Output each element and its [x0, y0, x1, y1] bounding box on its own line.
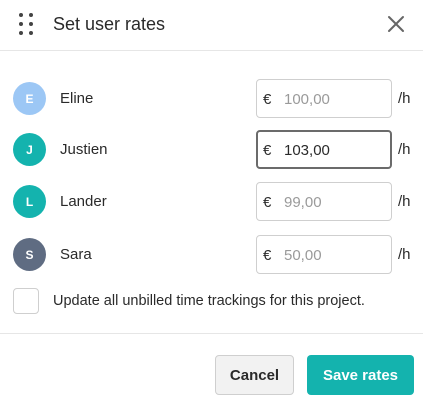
avatar: S	[13, 238, 46, 271]
currency-symbol: €	[263, 91, 272, 108]
avatar: J	[13, 133, 46, 166]
rate-unit: /h	[398, 90, 411, 107]
rate-value: 99,00	[284, 194, 322, 211]
currency-symbol: €	[263, 194, 272, 211]
footer-divider	[0, 333, 423, 334]
user-name: Lander	[60, 193, 107, 210]
rate-input[interactable]: € 50,00	[256, 235, 392, 274]
close-icon[interactable]	[385, 13, 407, 35]
user-rate-row: E Eline € 100,00 /h	[0, 79, 423, 119]
drag-handle-icon[interactable]	[17, 11, 35, 37]
rate-input[interactable]: € 99,00	[256, 182, 392, 221]
user-rate-row: L Lander € 99,00 /h	[0, 182, 423, 222]
save-rates-button[interactable]: Save rates	[307, 355, 414, 395]
dialog-header: Set user rates	[0, 0, 423, 50]
rate-input[interactable]: € 103,00	[256, 130, 392, 169]
rate-value: 103,00	[284, 142, 330, 159]
update-trackings-checkbox[interactable]	[13, 288, 39, 314]
rate-value: 50,00	[284, 247, 322, 264]
avatar: E	[13, 82, 46, 115]
rate-unit: /h	[398, 141, 411, 158]
avatar: L	[13, 185, 46, 218]
user-name: Justien	[60, 141, 108, 158]
rate-unit: /h	[398, 246, 411, 263]
user-name: Eline	[60, 90, 94, 107]
update-trackings-label[interactable]: Update all unbilled time trackings for t…	[53, 292, 365, 310]
user-rate-row: J Justien € 103,00 /h	[0, 130, 423, 170]
update-trackings-option: Update all unbilled time trackings for t…	[0, 286, 423, 316]
currency-symbol: €	[263, 142, 272, 159]
cancel-button[interactable]: Cancel	[215, 355, 294, 395]
set-user-rates-dialog: Set user rates E Eline € 100,00 /h J Jus…	[0, 0, 423, 407]
user-name: Sara	[60, 246, 92, 263]
rate-value: 100,00	[284, 91, 330, 108]
rate-unit: /h	[398, 193, 411, 210]
rate-input[interactable]: € 100,00	[256, 79, 392, 118]
currency-symbol: €	[263, 247, 272, 264]
user-rate-row: S Sara € 50,00 /h	[0, 235, 423, 275]
header-divider	[0, 50, 423, 51]
dialog-title: Set user rates	[53, 14, 166, 34]
